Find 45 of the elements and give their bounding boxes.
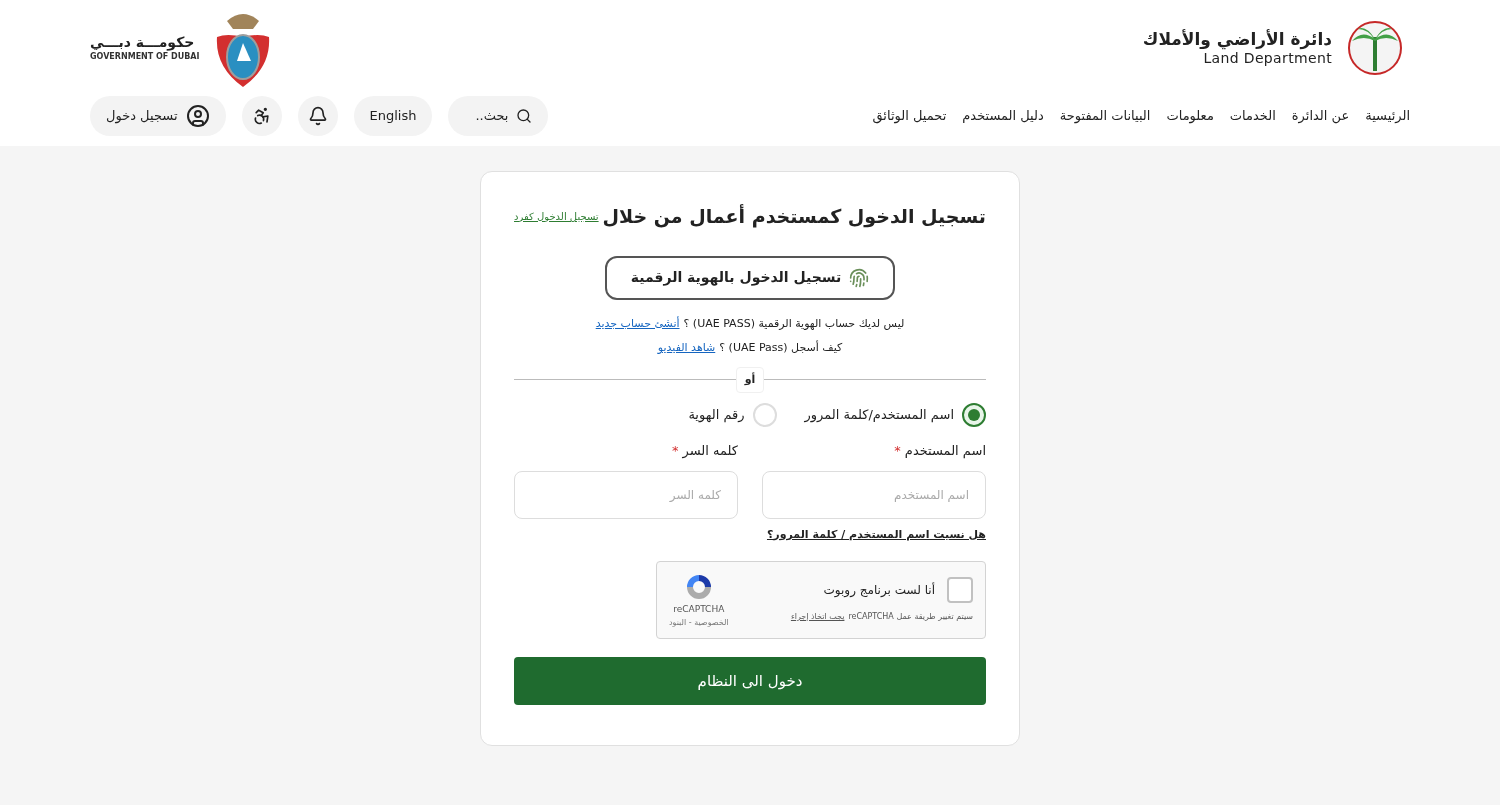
logo-english-text: Land Department [1203, 49, 1332, 68]
nav-link[interactable]: الخدمات [1229, 106, 1276, 126]
help-text: ليس لديك حساب الهوية الرقمية (UAE PASS) ؟ [683, 315, 905, 332]
help-link[interactable]: شاهد الفيديو [657, 340, 716, 357]
gov-arabic-text: حكومـــة دبـــي [90, 34, 195, 52]
login-method-radio[interactable]: رقم الهوية [688, 403, 777, 427]
text-field[interactable]: كلمه السر [514, 470, 738, 519]
notifications-button[interactable] [297, 96, 338, 136]
help-text: كيف أسجل (UAE Pass) ؟ [719, 340, 843, 356]
captcha-checkbox[interactable] [947, 577, 973, 603]
text-field[interactable]: اسم المستخدم [762, 470, 986, 519]
user-icon [185, 104, 210, 128]
search-icon [516, 108, 533, 124]
forgot-password-link[interactable]: هل نسيت اسم المستخدم / كلمة المرور؟ [514, 526, 986, 543]
nav-link[interactable]: عن الدائرة [1291, 106, 1350, 126]
language-button[interactable]: English [353, 96, 433, 136]
help-link[interactable]: أنشئ حساب جديد [595, 315, 680, 332]
nav-link[interactable]: البيانات المفتوحة [1059, 106, 1151, 126]
wheelchair-icon [251, 106, 272, 126]
nav-link[interactable]: تحميل الوثائق [872, 106, 947, 126]
captcha-label: أنا لست برنامج روبوت [823, 581, 935, 599]
captcha-notice-link[interactable]: يجب اتخاذ إجراء [790, 611, 845, 623]
gov-english-text: GOVERNMENT OF DUBAI [90, 51, 200, 62]
accessibility-button[interactable] [241, 96, 282, 136]
search-field[interactable]: بحث.. [448, 96, 549, 136]
nav-link[interactable]: معلومات [1166, 106, 1214, 126]
divider-label: أو [735, 366, 765, 393]
recaptcha-brand: reCAPTCHA [673, 603, 725, 617]
login-title: تسجيل الدخول كمستخدم أعمال من خلال [602, 203, 986, 230]
nav-link[interactable]: الرئيسية [1365, 106, 1410, 126]
required-mark: * [894, 442, 901, 460]
uae-pass-button[interactable]: تسجيل الدخول بالهوية الرقمية [605, 255, 895, 300]
field-label: كلمه السر [682, 442, 738, 461]
login-method-radio[interactable]: اسم المستخدم/كلمة المرور [804, 403, 986, 427]
captcha-notice: سيتم تغيير طريقة عمل reCAPTCHA [848, 611, 973, 623]
required-mark: * [672, 442, 679, 460]
submit-button[interactable]: دخول الى النظام [514, 657, 986, 705]
logo-arabic-text: دائرة الأراضي والأملاك [1142, 28, 1332, 50]
field-label: اسم المستخدم [904, 442, 986, 461]
individual-login-link[interactable]: تسجيل الدخول كفرد [514, 208, 599, 224]
fingerprint-icon [849, 267, 870, 288]
nav-link[interactable]: دليل المستخدم [962, 106, 1044, 126]
bell-icon [307, 106, 328, 126]
recaptcha-terms[interactable]: الخصوصية - البنود [669, 616, 729, 629]
login-button[interactable]: تسجيل دخول [90, 96, 226, 136]
